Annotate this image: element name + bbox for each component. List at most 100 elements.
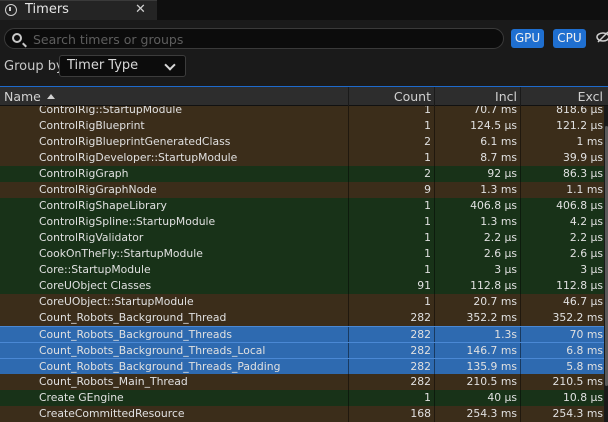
search-input[interactable]	[33, 30, 493, 48]
tab-timers[interactable]: Timers ✕	[0, 0, 157, 20]
excl-cell: 3 μs	[520, 262, 604, 278]
excl-cell: 2.6 μs	[520, 246, 604, 262]
table-row[interactable]: CoreUObject::StartupModule 1 20.7 ms 46.7 μ…	[0, 294, 604, 310]
excl-cell: 112.8 μs	[520, 278, 604, 294]
count-cell: 1	[348, 214, 434, 230]
table-body: ControlRig::StartupModule 1 70.7 ms 818.6 μ…	[0, 106, 608, 422]
table-row[interactable]: Count_Robots_Main_Thread 282 210.5 ms 210.5…	[0, 374, 604, 390]
excl-cell: 2.2 μs	[520, 230, 604, 246]
incl-cell: 2.6 μs	[434, 246, 520, 262]
timer-name-cell: ControlRigShapeLibrary	[39, 199, 167, 212]
table-row[interactable]: ControlRigValidator 1 2.2 μs 2.2 μs	[0, 230, 604, 246]
count-cell: 2	[348, 134, 434, 150]
column-header-excl[interactable]: Excl	[520, 87, 608, 106]
incl-cell: 406.8 μs	[434, 198, 520, 214]
timer-name-cell: Count_Robots_Background_Threads_Local	[39, 344, 266, 357]
timer-name-cell: ControlRigSpline::StartupModule	[39, 215, 216, 228]
table-row[interactable]: Create GEngine 1 40 μs 10.8 μs	[0, 390, 604, 406]
excl-cell: 86.3 μs	[520, 166, 604, 182]
table-row[interactable]: ControlRig::StartupModule 1 70.7 ms 818.6 μ…	[0, 106, 604, 118]
timer-name-cell: CoreUObject::StartupModule	[39, 295, 194, 308]
sort-ascending-icon	[46, 94, 55, 99]
incl-cell: 20.7 ms	[434, 294, 520, 310]
count-cell: 1	[348, 230, 434, 246]
count-cell: 1	[348, 106, 434, 118]
table-row[interactable]: Count_Robots_Background_Threads 282 1.3s 70…	[0, 326, 604, 342]
column-header-name[interactable]: Name	[0, 87, 348, 106]
count-cell: 1	[348, 262, 434, 278]
search-box[interactable]	[4, 28, 504, 49]
column-name-label: Name	[4, 89, 41, 104]
count-cell: 1	[348, 246, 434, 262]
count-cell: 282	[348, 374, 434, 390]
incl-cell: 2.2 μs	[434, 230, 520, 246]
timer-icon	[5, 4, 17, 16]
timer-name-cell: ControlRigBlueprint	[39, 119, 145, 132]
incl-cell: 1.3 ms	[434, 182, 520, 198]
group-by-dropdown[interactable]: Timer Type	[59, 55, 186, 77]
gpu-toggle-button[interactable]: GPU	[511, 29, 544, 48]
timer-name-cell: Count_Robots_Background_Threads	[39, 328, 232, 341]
excl-cell: 6.8 ms	[520, 343, 604, 358]
incl-cell: 70.7 ms	[434, 106, 520, 118]
timer-name-cell: CookOnTheFly::StartupModule	[39, 247, 203, 260]
cpu-toggle-button[interactable]: CPU	[553, 29, 586, 48]
count-cell: 282	[348, 327, 434, 342]
table-row[interactable]: ControlRigSpline::StartupModule 1 1.3 ms 4.…	[0, 214, 604, 230]
timer-name-cell: ControlRigDeveloper::StartupModule	[39, 151, 238, 164]
toolbar: GPU CPU Group by Timer Type	[0, 20, 608, 86]
table-row[interactable]: CoreUObject Classes 91 112.8 μs 112.8 μs	[0, 278, 604, 294]
table-row[interactable]: CreateCommittedResource 168 254.3 ms 254.3 …	[0, 406, 604, 422]
incl-cell: 124.5 μs	[434, 118, 520, 134]
table-row[interactable]: ControlRigBlueprint 1 124.5 μs 121.2 μs	[0, 118, 604, 134]
table-row[interactable]: ControlRigDeveloper::StartupModule 1 8.7 m…	[0, 150, 604, 166]
count-cell: 1	[348, 198, 434, 214]
excl-cell: 352.2 ms	[520, 310, 604, 326]
timer-name-cell: ControlRigGraphNode	[39, 183, 157, 196]
table-row[interactable]: Core::StartupModule 1 3 μs 3 μs	[0, 262, 604, 278]
excl-cell: 46.7 μs	[520, 294, 604, 310]
timer-name-cell: Count_Robots_Background_Threads_Padding	[39, 360, 281, 373]
count-cell: 1	[348, 150, 434, 166]
count-cell: 168	[348, 406, 434, 422]
excl-cell: 254.3 ms	[520, 406, 604, 422]
table-row[interactable]: ControlRigGraph 2 92 μs 86.3 μs	[0, 166, 604, 182]
table-row[interactable]: ControlRigBlueprintGeneratedClass 2 6.1 ms…	[0, 134, 604, 150]
excl-cell: 818.6 μs	[520, 106, 604, 118]
table-row[interactable]: Count_Robots_Background_Threads_Local 282…	[0, 342, 604, 358]
table-row[interactable]: ControlRigGraphNode 9 1.3 ms 1.1 ms	[0, 182, 604, 198]
count-cell: 2	[348, 166, 434, 182]
timer-name-cell: ControlRigGraph	[39, 167, 129, 180]
incl-cell: 352.2 ms	[434, 310, 520, 326]
timer-name-cell: ControlRigValidator	[39, 231, 144, 244]
incl-cell: 254.3 ms	[434, 406, 520, 422]
table-row[interactable]: Count_Robots_Background_Thread 282 352.2 m…	[0, 310, 604, 326]
excl-cell: 39.9 μs	[520, 150, 604, 166]
count-cell: 282	[348, 310, 434, 326]
incl-cell: 1.3 ms	[434, 214, 520, 230]
excl-cell: 5.8 ms	[520, 359, 604, 374]
column-header-count[interactable]: Count	[348, 87, 434, 106]
excl-cell: 210.5 ms	[520, 374, 604, 390]
excl-cell: 406.8 μs	[520, 198, 604, 214]
group-by-value: Timer Type	[67, 58, 139, 73]
timer-name-cell: ControlRigBlueprintGeneratedClass	[39, 135, 231, 148]
timer-name-cell: CoreUObject Classes	[39, 279, 152, 292]
close-icon[interactable]: ✕	[135, 2, 146, 17]
incl-cell: 8.7 ms	[434, 150, 520, 166]
tab-title: Timers	[25, 2, 69, 17]
incl-cell: 40 μs	[434, 390, 520, 406]
excl-cell: 1 ms	[520, 134, 604, 150]
hide-eye-icon[interactable]	[596, 31, 608, 43]
table-header: Name Count Incl Excl	[0, 86, 608, 106]
table-row[interactable]: CookOnTheFly::StartupModule 1 2.6 μs 2.6 μs	[0, 246, 604, 262]
chevron-down-icon	[164, 59, 176, 71]
column-header-incl[interactable]: Incl	[434, 87, 520, 106]
excl-cell: 70 ms	[520, 327, 604, 342]
timer-name-cell: Count_Robots_Background_Thread	[39, 311, 227, 324]
count-cell: 282	[348, 343, 434, 358]
count-cell: 1	[348, 390, 434, 406]
tab-bar: Timers ✕	[0, 0, 608, 20]
table-row[interactable]: ControlRigShapeLibrary 1 406.8 μs 406.8 μs	[0, 198, 604, 214]
table-row[interactable]: Count_Robots_Background_Threads_Padding 2…	[0, 358, 604, 374]
